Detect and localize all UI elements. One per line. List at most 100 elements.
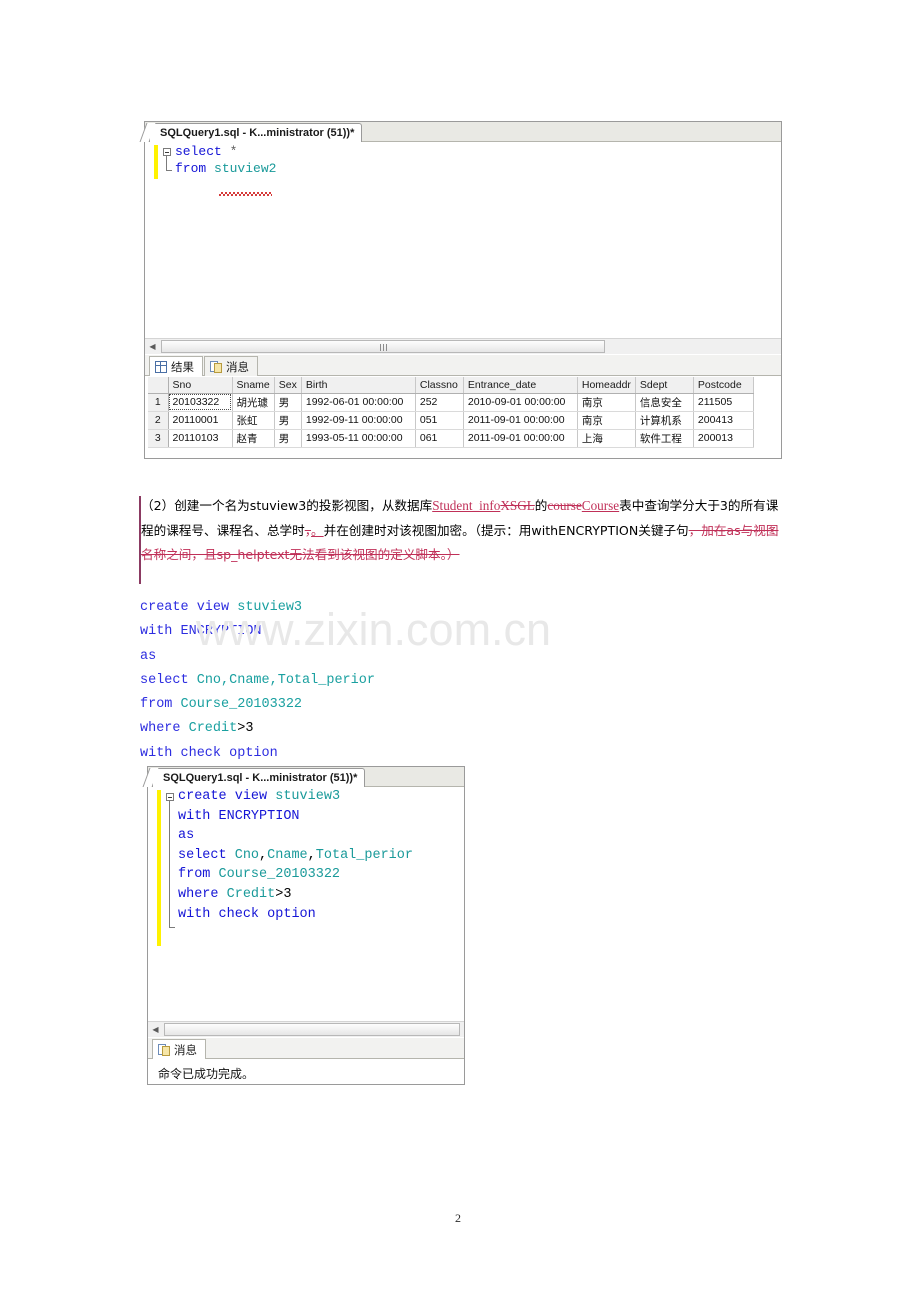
- spell-squiggle: [219, 192, 272, 196]
- grid-cell[interactable]: 信息安全: [635, 393, 694, 412]
- body-paragraph: （2）创建一个名为stuview3的投影视图，从数据库Student_infoX…: [141, 494, 784, 568]
- grid-cell[interactable]: 2011-09-01 00:00:00: [463, 411, 578, 430]
- scroll-left-arrow[interactable]: ◀: [145, 339, 160, 354]
- row-header[interactable]: 1: [148, 393, 169, 412]
- doc-code-token: with check option: [140, 745, 278, 761]
- changed-lines-indicator-2: [157, 790, 161, 946]
- grid-icon: [155, 360, 167, 373]
- grid-cell[interactable]: 张虹: [232, 411, 275, 430]
- grid-cell[interactable]: 软件工程: [635, 429, 694, 448]
- grid-cell[interactable]: 211505: [693, 393, 754, 412]
- hscroll-thumb-2[interactable]: [164, 1023, 460, 1036]
- grid-cell[interactable]: 胡光璩: [232, 393, 275, 412]
- code-token: select: [175, 144, 222, 159]
- message-icon: [210, 360, 222, 373]
- grid-cell[interactable]: 051: [415, 411, 464, 430]
- grid-cell[interactable]: 男: [274, 429, 302, 448]
- hscroll-thumb[interactable]: [161, 340, 605, 353]
- grid-cell[interactable]: 上海: [577, 429, 636, 448]
- col-sdept[interactable]: Sdept: [635, 377, 694, 394]
- outline-end-tick-2: [169, 927, 175, 928]
- grid-cell[interactable]: 20103322: [168, 393, 233, 412]
- code-token: >3: [275, 887, 292, 902]
- outline-collapse-box[interactable]: [163, 148, 171, 156]
- grid-cell[interactable]: 计算机系: [635, 411, 694, 430]
- grid-cell[interactable]: 20110001: [168, 411, 233, 430]
- grid-cell[interactable]: 2011-09-01 00:00:00: [463, 429, 578, 448]
- grid-cell[interactable]: 1993-05-11 00:00:00: [301, 429, 416, 448]
- grid-cell[interactable]: 1992-09-11 00:00:00: [301, 411, 416, 430]
- doc-code-token: Course_20103322: [180, 697, 303, 713]
- code-line: from Course_20103322: [178, 867, 340, 882]
- code-token: with: [178, 906, 211, 922]
- grid-cell[interactable]: 男: [274, 393, 302, 412]
- editor-tabstrip-2: SQLQuery1.sql - K...ministrator (51))*: [148, 767, 464, 787]
- code-line: select *: [175, 144, 237, 159]
- doc-code-token: from: [140, 697, 181, 713]
- grid-cell[interactable]: 男: [274, 411, 302, 430]
- grid-cell[interactable]: 南京: [577, 411, 636, 430]
- document-page: SQLQuery1.sql - K...ministrator (51))* s…: [0, 0, 920, 1302]
- grid-cell[interactable]: 20110103: [168, 429, 233, 448]
- page-number: 2: [455, 1211, 461, 1225]
- par-seg-4: 并在创建时对该视图加密。（提示：用withENCRYPTION关键子句: [323, 522, 689, 538]
- code-token: stuview3: [275, 789, 341, 804]
- col-sname[interactable]: Sname: [232, 377, 275, 394]
- table-row[interactable]: 2 20110001 张虹男 1992-09-11 00:00:00 051 2011-0…: [148, 411, 754, 430]
- row-header[interactable]: 3: [148, 429, 169, 448]
- tab-results[interactable]: 结果: [149, 356, 203, 376]
- doc-code-token: with: [140, 624, 181, 640]
- col-sno[interactable]: Sno: [168, 377, 233, 394]
- sql-editor-pane[interactable]: select * from stuview2: [145, 142, 781, 338]
- par-seg-1: （2）创建一个名为stuview3的投影视图，从数据库: [141, 498, 433, 513]
- grid-cell[interactable]: 赵青: [232, 429, 275, 448]
- grid-cell[interactable]: 2010-09-01 00:00:00: [463, 393, 578, 412]
- results-grid[interactable]: Sno Sname Sex Birth Classno Entrance_dat…: [148, 377, 754, 448]
- col-homeaddr[interactable]: Homeaddr: [577, 377, 636, 394]
- table-row[interactable]: 3 20110103 赵青男 1993-05-11 00:00:00 061 2011-0…: [148, 429, 754, 448]
- col-sex[interactable]: Sex: [274, 377, 302, 394]
- code-line: with ENCRYPTION: [178, 809, 300, 824]
- col-birth[interactable]: Birth: [301, 377, 416, 394]
- grid-cell[interactable]: 1992-06-01 00:00:00: [301, 393, 416, 412]
- code-token: stuview2: [214, 161, 277, 176]
- grid-cell[interactable]: 200013: [693, 429, 754, 448]
- col-entrance-date[interactable]: Entrance_date: [463, 377, 578, 394]
- grid-cell[interactable]: 南京: [577, 393, 636, 412]
- code-token: from: [175, 161, 207, 176]
- tab-messages-2[interactable]: 消息: [152, 1039, 206, 1059]
- grid-cell[interactable]: 252: [415, 393, 464, 412]
- doc-code-token: Credit: [188, 721, 238, 737]
- tab-messages[interactable]: 消息: [204, 356, 258, 376]
- grid-cell[interactable]: 200413: [693, 411, 754, 430]
- par-seg-2: 的: [534, 498, 548, 513]
- editor-tab-sqlquery1-2[interactable]: SQLQuery1.sql - K...ministrator (51))*: [152, 768, 366, 787]
- doc-code-token: Cno,Cname,Total_perior: [196, 672, 375, 688]
- grid-corner[interactable]: [148, 377, 169, 394]
- row-header[interactable]: 2: [148, 411, 169, 430]
- col-postcode[interactable]: Postcode: [693, 377, 754, 394]
- grid-cell[interactable]: 061: [415, 429, 464, 448]
- col-classno[interactable]: Classno: [415, 377, 464, 394]
- sql-editor-pane-2[interactable]: create view stuview3 with ENCRYPTION as sel…: [148, 787, 464, 1021]
- table-row[interactable]: 1 20103322 胡光璩男 1992-06-01 00:00:00 252 2010-…: [148, 393, 754, 412]
- doc-code-line: from Course_20103322: [140, 693, 375, 717]
- scroll-left-arrow-2[interactable]: ◀: [148, 1022, 163, 1037]
- code-token: create: [178, 789, 227, 804]
- doc-code-token: as: [140, 648, 157, 664]
- editor-tab-sqlquery1[interactable]: SQLQuery1.sql - K...ministrator (51))*: [149, 123, 363, 142]
- editor-hscrollbar-2[interactable]: ◀: [148, 1021, 464, 1037]
- editor-hscrollbar[interactable]: ◀: [145, 338, 781, 354]
- outline-collapse-box-2[interactable]: [166, 793, 174, 801]
- grid-body: 1 20103322 胡光璩男 1992-06-01 00:00:00 252 2010-…: [148, 393, 754, 448]
- outline-vertical-line: [166, 156, 167, 170]
- code-token: select: [178, 847, 227, 863]
- code-token: option: [267, 906, 316, 922]
- code-token: ENCRYPTION: [218, 808, 300, 824]
- message-icon-2: [158, 1043, 170, 1056]
